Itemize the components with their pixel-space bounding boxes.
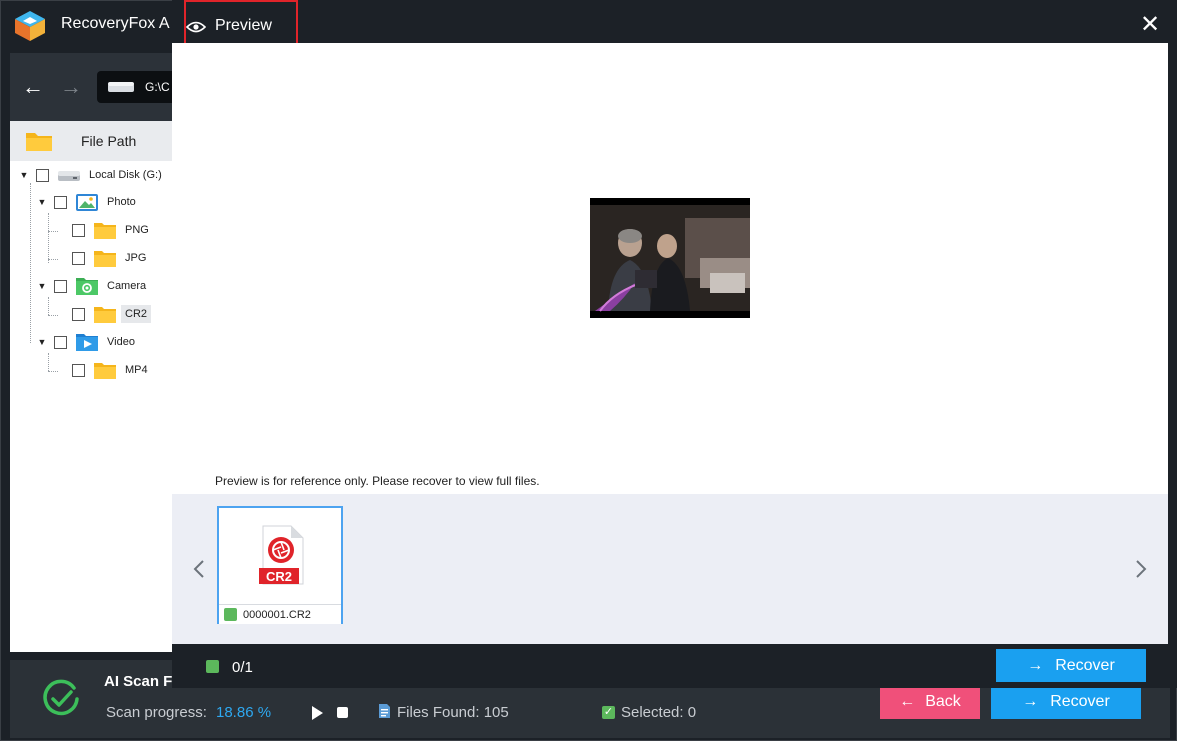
- thumbnail-status-icon: [224, 608, 237, 621]
- recover-button[interactable]: → Recover: [996, 649, 1146, 682]
- tree-connector: [48, 297, 49, 315]
- selected-count: Selected: 0: [621, 704, 697, 721]
- tree-checkbox[interactable]: [72, 363, 85, 377]
- back-button-label: Back: [925, 692, 961, 710]
- tree-connector: [48, 353, 49, 371]
- tree-item-label: Video: [107, 336, 135, 348]
- arrow-right-icon: →: [1022, 692, 1039, 710]
- play-icon[interactable]: [310, 705, 324, 721]
- folder-icon: [94, 363, 116, 379]
- arrow-right-icon: →: [1027, 656, 1044, 674]
- folder-icon: [26, 133, 52, 151]
- back-arrow-icon[interactable]: ←: [22, 76, 44, 98]
- recover-button-label: Recover: [1050, 692, 1110, 710]
- tree-item-photo[interactable]: ▼ Photo: [36, 192, 136, 212]
- folder-icon: [94, 251, 116, 267]
- chevron-left-icon[interactable]: [191, 558, 207, 580]
- app-logo-icon: [15, 11, 45, 41]
- tree-item-label: CR2: [121, 305, 152, 323]
- dialog-footer: 0/1 → Recover: [172, 644, 1168, 688]
- caret-down-icon[interactable]: ▼: [36, 196, 48, 208]
- preview-area: Preview is for reference only. Please re…: [172, 43, 1168, 494]
- tree-header: File Path: [10, 121, 190, 161]
- tree-item-video[interactable]: ▼ Video: [36, 332, 135, 352]
- scan-progress-label: Scan progress:: [106, 704, 207, 721]
- tree-item-label: Camera: [107, 280, 147, 292]
- chevron-right-icon[interactable]: [1133, 558, 1149, 580]
- stop-icon[interactable]: [337, 707, 348, 718]
- files-found-count: Files Found: 105: [397, 704, 509, 721]
- document-icon: [379, 704, 390, 718]
- path-text: G:\C: [145, 80, 170, 94]
- tree-checkbox[interactable]: [72, 251, 85, 265]
- caret-down-icon[interactable]: ▼: [36, 280, 48, 292]
- tree-item-png[interactable]: PNG: [54, 220, 149, 240]
- drive-icon: [58, 171, 80, 181]
- tree-item-jpg[interactable]: JPG: [54, 248, 146, 268]
- folder-icon: [94, 307, 116, 323]
- preview-note: Preview is for reference only. Please re…: [215, 474, 540, 488]
- scan-complete-check-icon: [43, 679, 79, 716]
- photo-folder-icon: [76, 194, 98, 211]
- tree-item-camera[interactable]: ▼ Camera: [36, 276, 146, 296]
- back-button[interactable]: ← Back: [880, 684, 980, 719]
- thumbnail-strip: CR2 0000001.CR2: [172, 494, 1168, 644]
- video-folder-icon: [76, 334, 98, 351]
- selected-check-icon: ✓: [602, 706, 615, 719]
- tree-checkbox[interactable]: [72, 307, 85, 321]
- thumbnail-card[interactable]: CR2 0000001.CR2: [217, 506, 343, 624]
- recover-button-label: Recover: [1055, 656, 1115, 674]
- tree-item-cr2[interactable]: CR2: [54, 304, 152, 324]
- tree-item-mp4[interactable]: MP4: [54, 360, 148, 380]
- navigation-bar: ← → G:\C: [10, 53, 192, 121]
- tree-connector: [48, 213, 49, 263]
- app-title: RecoveryFox A: [61, 15, 170, 32]
- cr2-badge-text: CR2: [266, 569, 292, 584]
- dialog-title: Preview: [215, 17, 272, 34]
- tree-item-local-disk[interactable]: ▼ Local Disk (G:): [18, 165, 162, 185]
- arrow-left-icon: ←: [899, 692, 916, 710]
- selection-status-icon: [206, 660, 219, 673]
- tree-item-label: Photo: [107, 196, 136, 208]
- folder-icon: [94, 223, 116, 239]
- tree-connector: [30, 183, 31, 343]
- camera-folder-icon: [76, 278, 98, 295]
- tree-item-label: Local Disk (G:): [89, 169, 162, 181]
- thumbnail-filename: 0000001.CR2: [243, 608, 311, 621]
- recover-button-main[interactable]: → Recover: [991, 684, 1141, 719]
- tree-checkbox[interactable]: [36, 168, 49, 182]
- scan-progress-value: 18.86 %: [216, 704, 272, 721]
- tree-checkbox[interactable]: [54, 195, 67, 209]
- close-icon[interactable]: ✕: [1139, 13, 1161, 37]
- tree-checkbox[interactable]: [72, 223, 85, 237]
- folder-tree-panel: File Path ▼ Local Disk (G:) ▼ Photo PNG …: [10, 121, 190, 652]
- tree-checkbox[interactable]: [54, 279, 67, 293]
- tree-item-label: MP4: [125, 364, 148, 376]
- caret-down-icon[interactable]: ▼: [36, 336, 48, 348]
- tree-item-label: PNG: [125, 224, 149, 236]
- preview-count: 0/1: [232, 659, 253, 676]
- tree-checkbox[interactable]: [54, 335, 67, 349]
- eye-icon: [186, 21, 206, 33]
- tree-header-label: File Path: [81, 133, 137, 149]
- drive-icon: [108, 82, 134, 92]
- caret-down-icon[interactable]: ▼: [18, 169, 30, 181]
- forward-arrow-icon[interactable]: →: [60, 76, 82, 98]
- cr2-file-icon: CR2: [259, 525, 304, 585]
- thumbnail-footer: 0000001.CR2: [219, 604, 341, 624]
- tree-item-label: JPG: [125, 252, 147, 264]
- preview-photo: [590, 198, 750, 318]
- scan-title: AI Scan F: [104, 673, 173, 690]
- preview-dialog: Preview ✕ Preview is for reference only.…: [172, 0, 1177, 688]
